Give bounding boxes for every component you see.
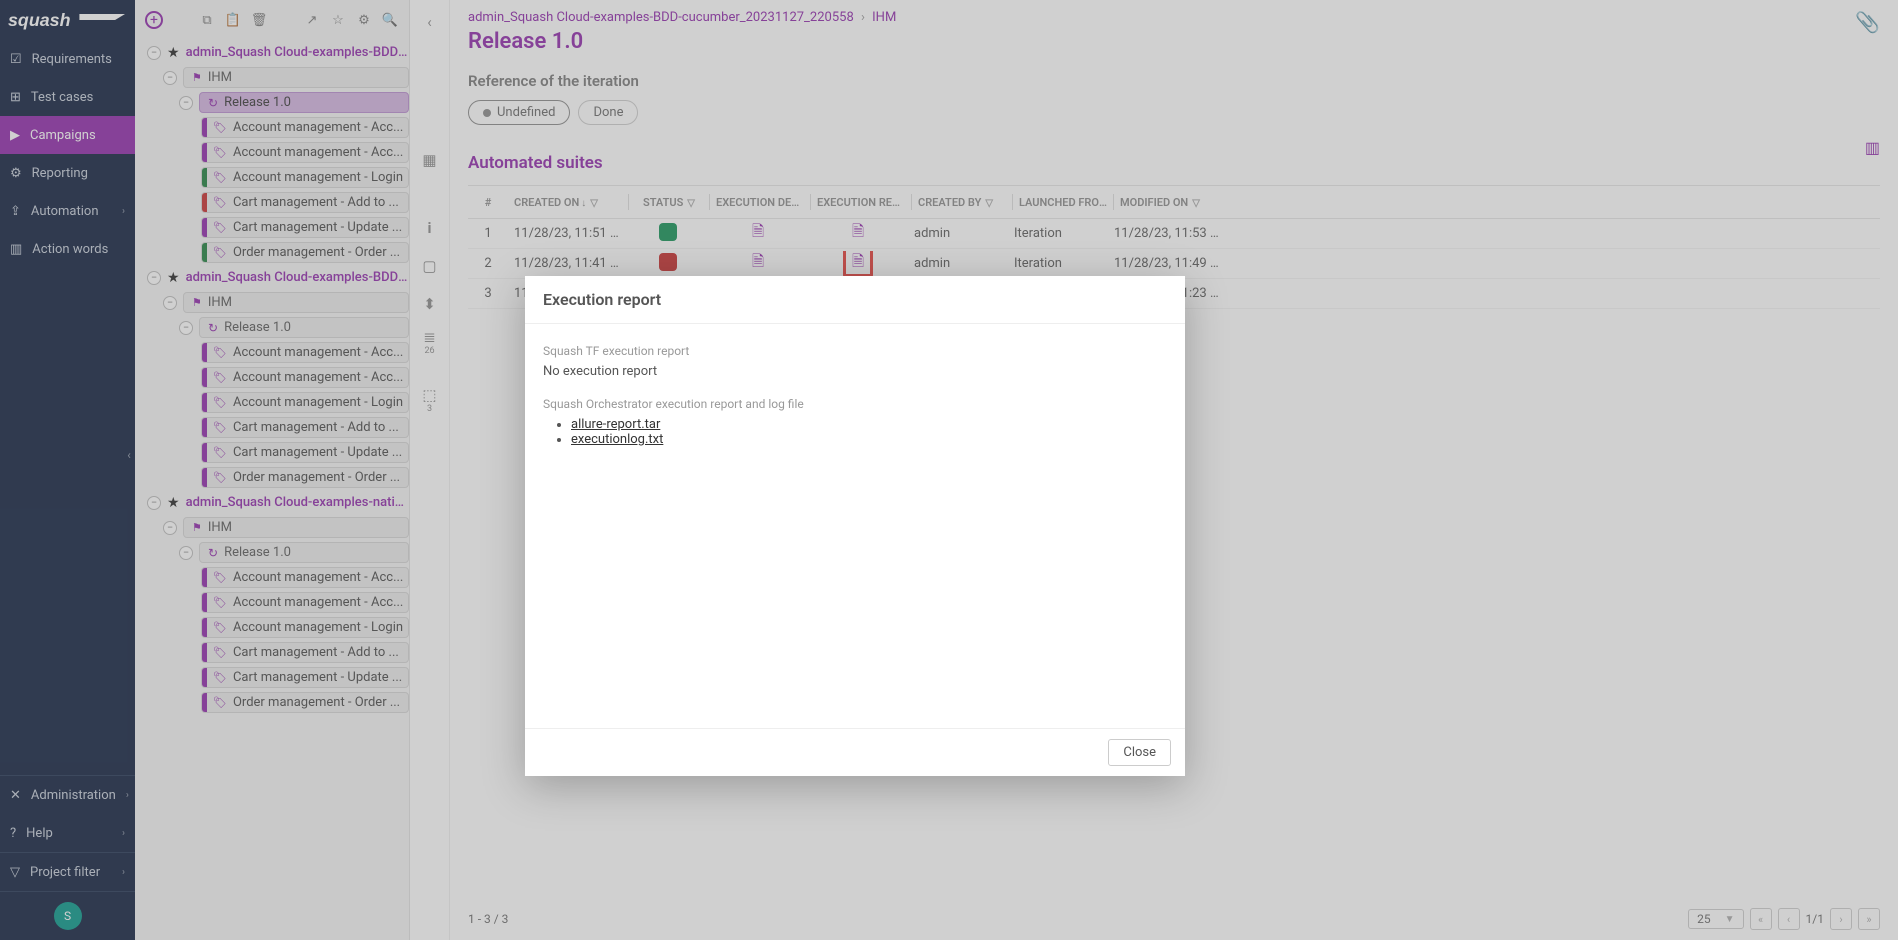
orch-report-label: Squash Orchestrator execution report and…: [543, 397, 1167, 411]
execution-report-modal: Execution report Squash TF execution rep…: [525, 276, 1185, 776]
close-button[interactable]: Close: [1108, 739, 1171, 766]
no-report-text: No execution report: [543, 364, 1167, 379]
modal-body: Squash TF execution report No execution …: [525, 324, 1185, 728]
tf-report-label: Squash TF execution report: [543, 344, 1167, 358]
report-link-allure[interactable]: allure-report.tar: [571, 417, 660, 432]
report-link-executionlog[interactable]: executionlog.txt: [571, 432, 663, 447]
modal-footer: Close: [525, 728, 1185, 776]
modal-title: Execution report: [525, 276, 1185, 324]
